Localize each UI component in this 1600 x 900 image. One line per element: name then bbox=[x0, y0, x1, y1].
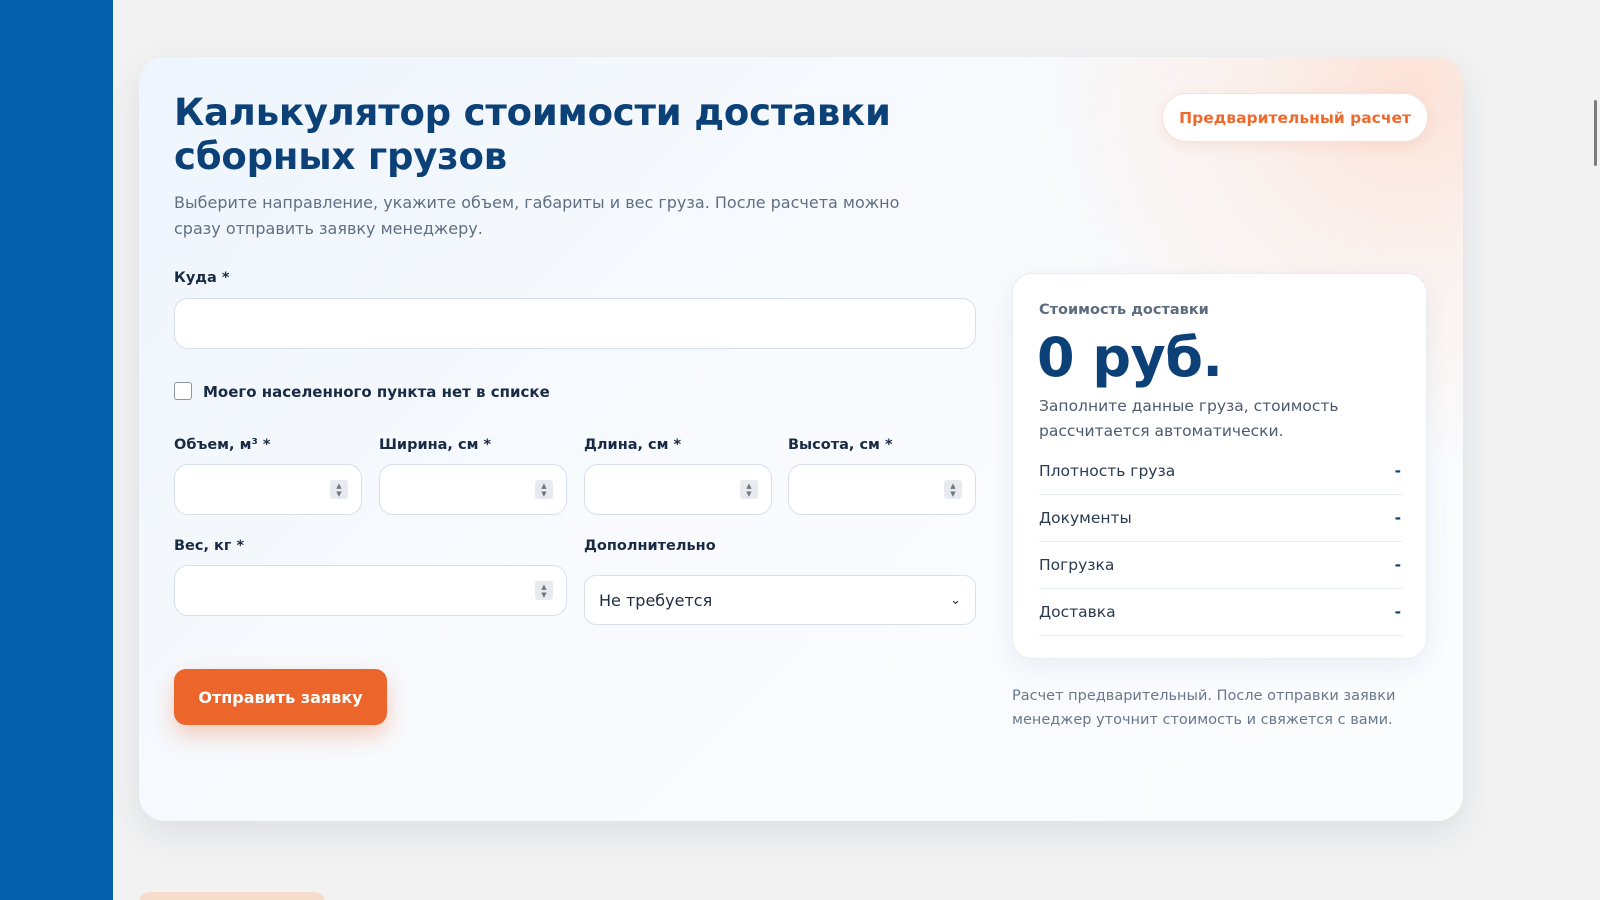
page-subtitle: Выберите направление, укажите объем, габ… bbox=[174, 193, 900, 238]
result-row-value: - bbox=[1394, 556, 1401, 574]
stepper-arrows-icon[interactable]: ▲ ▼ bbox=[740, 480, 758, 499]
not-in-list-checkbox[interactable] bbox=[174, 382, 192, 400]
stepper-arrows-icon[interactable]: ▲ ▼ bbox=[535, 480, 553, 499]
result-row-label: Доставка bbox=[1039, 603, 1116, 621]
result-row-label: Погрузка bbox=[1039, 556, 1115, 574]
result-footnote: Расчет предварительный. После отправки з… bbox=[1012, 688, 1396, 728]
weight-input[interactable] bbox=[174, 565, 567, 616]
page-title: Калькулятор стоимости доставки сборных г… bbox=[174, 91, 891, 178]
result-row-label: Плотность груза bbox=[1039, 462, 1176, 480]
result-panel: Стоимость доставки 0 руб. Заполните данн… bbox=[1012, 273, 1427, 659]
left-sidebar-bar bbox=[0, 0, 113, 900]
submit-request-button[interactable]: Отправить заявку bbox=[174, 669, 387, 725]
result-row: Погрузка - bbox=[1039, 542, 1403, 589]
chevron-down-icon: ⌄ bbox=[950, 592, 961, 608]
stepper-arrows-icon[interactable]: ▲ ▼ bbox=[944, 480, 962, 499]
width-field: ▲ ▼ bbox=[379, 464, 567, 515]
extra-select-value: Не требуется bbox=[599, 590, 713, 610]
result-row: Доставка - bbox=[1039, 589, 1403, 636]
width-label: Ширина, см * bbox=[379, 437, 492, 453]
volume-field: ▲ ▼ bbox=[174, 464, 362, 515]
length-field: ▲ ▼ bbox=[584, 464, 772, 515]
result-row: Плотность груза - bbox=[1039, 448, 1403, 495]
destination-input[interactable] bbox=[174, 298, 976, 349]
volume-label: Объем, м³ * bbox=[174, 437, 271, 453]
weight-field: ▲ ▼ bbox=[174, 565, 567, 616]
destination-label: Куда * bbox=[174, 270, 230, 286]
result-row-value: - bbox=[1394, 603, 1401, 621]
result-row: Документы - bbox=[1039, 495, 1403, 542]
extra-select[interactable]: Не требуется ⌄ bbox=[584, 575, 976, 625]
next-section-peek bbox=[139, 892, 325, 900]
result-row-value: - bbox=[1394, 462, 1401, 480]
weight-label: Вес, кг * bbox=[174, 538, 245, 554]
height-label: Высота, см * bbox=[788, 437, 893, 453]
not-in-list-label[interactable]: Моего населенного пункта нет в списке bbox=[203, 383, 550, 401]
extra-label: Дополнительно bbox=[584, 538, 716, 554]
stepper-arrows-icon[interactable]: ▲ ▼ bbox=[535, 581, 553, 600]
result-price: 0 руб. bbox=[1037, 326, 1223, 389]
scrollbar-thumb[interactable] bbox=[1594, 100, 1597, 166]
page-scrollbar[interactable] bbox=[1588, 0, 1600, 900]
length-label: Длина, см * bbox=[584, 437, 682, 453]
result-note: Заполните данные груза, стоимость рассчи… bbox=[1039, 397, 1339, 440]
stepper-arrows-icon[interactable]: ▲ ▼ bbox=[330, 480, 348, 499]
height-field: ▲ ▼ bbox=[788, 464, 976, 515]
result-row-value: - bbox=[1394, 509, 1401, 527]
result-rows: Плотность груза - Документы - Погрузка -… bbox=[1039, 448, 1403, 636]
preliminary-badge: Предварительный расчет bbox=[1162, 93, 1428, 142]
result-title: Стоимость доставки bbox=[1039, 302, 1209, 318]
calculator-card: Калькулятор стоимости доставки сборных г… bbox=[139, 57, 1463, 821]
result-row-label: Документы bbox=[1039, 509, 1132, 527]
